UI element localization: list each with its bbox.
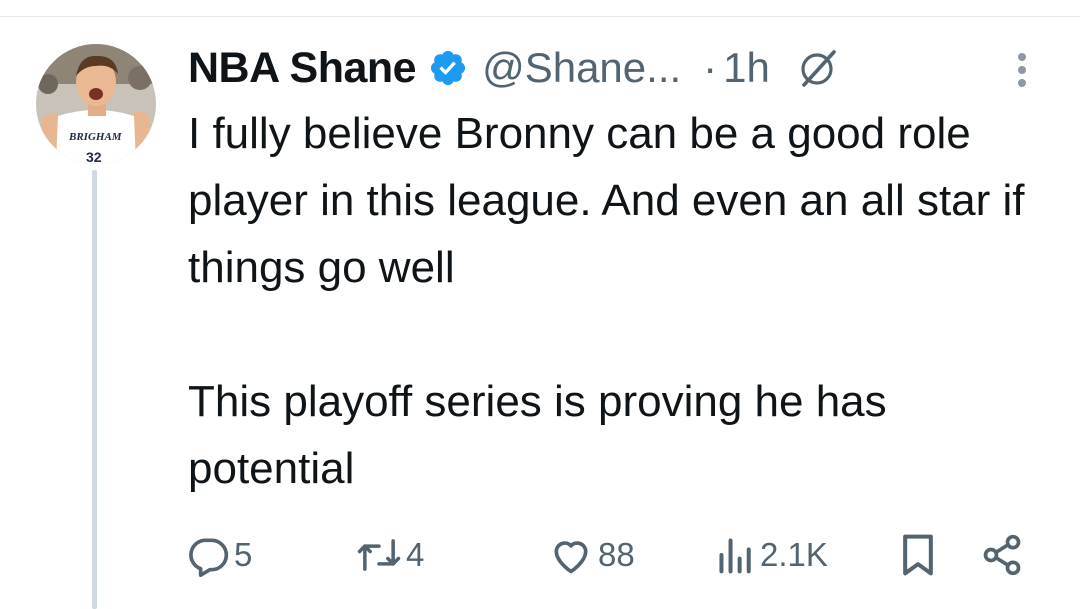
- reply-button[interactable]: 5: [186, 530, 252, 580]
- jersey-text: BRIGHAM: [68, 131, 123, 143]
- like-button[interactable]: 88: [548, 530, 635, 580]
- reply-icon: [189, 538, 229, 577]
- tweet-actions: 5 4 88 2.1K: [186, 530, 1026, 580]
- author-name[interactable]: NBA Shane: [188, 44, 417, 93]
- jersey-number: 32: [86, 149, 102, 164]
- tweet-header: NBA Shane @Shane... · 1h: [188, 40, 838, 96]
- tweet-text: I fully believe Bronny can be a good rol…: [188, 109, 1025, 493]
- tweet-time[interactable]: 1h: [723, 44, 770, 92]
- thread-line: [92, 170, 97, 609]
- bookmark-button[interactable]: [898, 530, 938, 580]
- heart-icon: [554, 541, 588, 574]
- like-count: 88: [598, 536, 635, 573]
- verified-badge-icon[interactable]: [428, 48, 468, 88]
- grok-icon[interactable]: [796, 47, 838, 89]
- bookmark-icon: [903, 534, 933, 576]
- views-icon: [719, 538, 751, 574]
- avatar-image: BRIGHAM 32: [36, 44, 156, 164]
- views-count: 2.1K: [760, 536, 828, 573]
- repost-button[interactable]: 4: [356, 530, 424, 580]
- repost-count: 4: [406, 536, 425, 573]
- views-button[interactable]: 2.1K: [716, 530, 828, 580]
- share-icon: [983, 534, 1021, 576]
- more-vertical-icon[interactable]: [1010, 50, 1034, 90]
- share-button[interactable]: [980, 530, 1024, 580]
- author-handle[interactable]: @Shane...: [482, 44, 681, 92]
- avatar[interactable]: BRIGHAM 32: [36, 44, 156, 164]
- separator-dot: ·: [703, 44, 718, 91]
- repost-icon: [357, 539, 401, 571]
- reply-count: 5: [234, 536, 253, 573]
- top-divider: [0, 16, 1080, 17]
